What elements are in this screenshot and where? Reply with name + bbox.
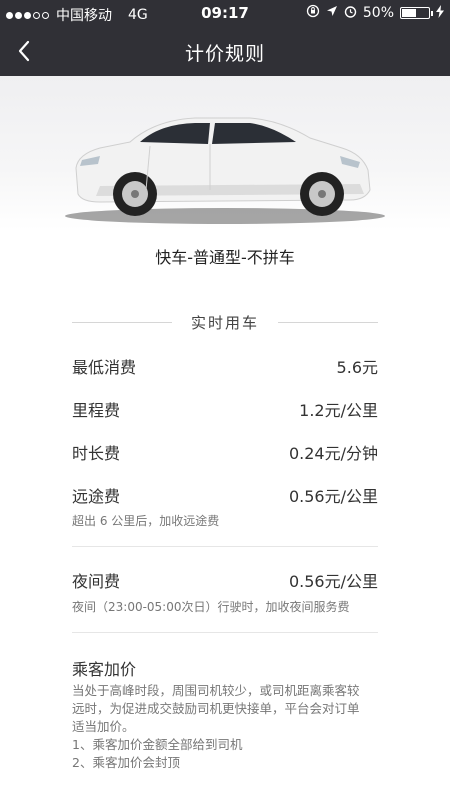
fee-name: 里程费 xyxy=(72,401,121,420)
fee-row-long-distance: 远途费 0.56元/公里 xyxy=(72,483,378,507)
alarm-clock-icon xyxy=(344,5,357,22)
navigation-bar: 计价规则 xyxy=(0,26,450,76)
fee-value: 0.56元/公里 xyxy=(288,572,378,591)
surge-line: 远时，为促进成交鼓励司机更快接单，平台会对订单 xyxy=(72,701,360,716)
surge-title: 乘客加价 xyxy=(72,660,137,679)
rotation-lock-icon xyxy=(306,4,320,22)
battery-icon xyxy=(400,7,433,19)
fee-note-long-distance: 超出 6 公里后，加收远途费 xyxy=(72,514,220,528)
location-arrow-icon xyxy=(326,5,338,21)
fee-name: 远途费 xyxy=(72,487,121,506)
fee-value: 0.24元/分钟 xyxy=(288,444,378,463)
car-image-area xyxy=(0,76,450,230)
surge-line: 当处于高峰时段，周围司机较少，或司机距离乘客较 xyxy=(72,683,360,698)
fee-row-mileage: 里程费 1.2元/公里 xyxy=(72,397,378,421)
fee-value: 0.56元/公里 xyxy=(288,487,378,506)
divider xyxy=(72,632,378,633)
fee-name: 夜间费 xyxy=(72,572,121,591)
fee-value: 1.2元/公里 xyxy=(299,401,378,420)
car-type-label: 快车-普通型-不拼车 xyxy=(155,248,295,267)
car-image xyxy=(65,117,385,224)
status-bar: 中国移动 4G 09:17 50% xyxy=(0,0,450,26)
section-header: 实时用车 xyxy=(72,310,378,334)
page-title: 计价规则 xyxy=(184,43,265,65)
battery-percent: 50% xyxy=(362,5,394,21)
divider xyxy=(72,546,378,547)
fee-name: 时长费 xyxy=(72,444,121,463)
fee-value: 5.6元 xyxy=(336,358,378,377)
surge-line: 2、乘客加价会封顶 xyxy=(72,755,180,770)
pricing-content: 快车-普通型-不拼车 实时用车 最低消费 5.6元 里程费 1.2元/公里 时长… xyxy=(0,230,450,800)
fee-name: 最低消费 xyxy=(72,358,137,377)
surge-line: 1、乘客加价金额全部给到司机 xyxy=(72,737,243,752)
surge-line: 适当加价。 xyxy=(72,719,135,734)
surge-description: 当处于高峰时段，周围司机较少，或司机距离乘客较 远时，为促进成交鼓励司机更快接单… xyxy=(72,682,378,772)
fee-row-minimum: 最低消费 5.6元 xyxy=(72,354,378,378)
fee-row-duration: 时长费 0.24元/分钟 xyxy=(72,440,378,464)
fee-row-night: 夜间费 0.56元/公里 xyxy=(72,568,378,592)
section-divider-right xyxy=(278,322,378,323)
fee-note-night: 夜间（23:00-05:00次日）行驶时，加收夜间服务费 xyxy=(72,600,350,614)
charging-icon xyxy=(436,4,444,22)
